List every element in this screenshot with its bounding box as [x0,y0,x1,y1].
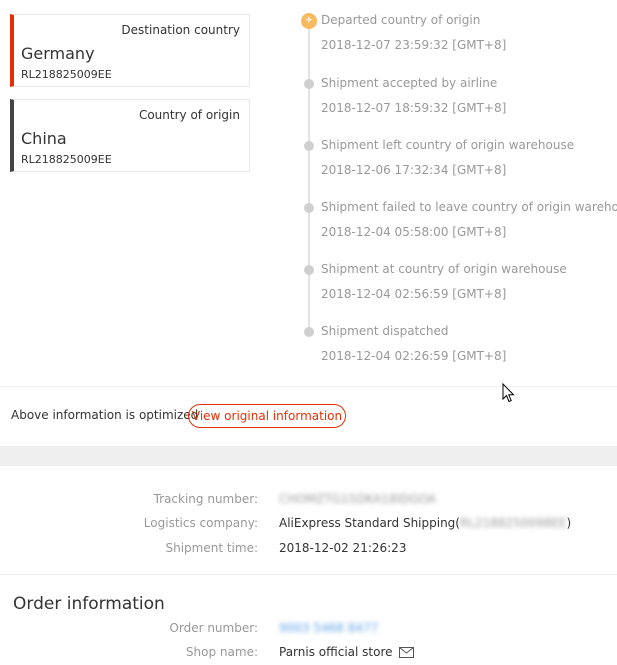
view-original-button[interactable]: View original information [188,404,346,428]
shipment-time-label: Shipment time: [165,541,258,555]
origin-country-card: Country of origin China RL218825009EE [10,99,250,172]
origin-country-name: China [21,129,67,148]
order-number-link[interactable]: 9003 5468 8477 [279,621,378,635]
timeline-status: Shipment at country of origin warehouse [321,262,567,276]
envelope-icon[interactable] [399,647,415,658]
timeline-status: Departed country of origin [321,13,481,27]
timeline-dot [304,79,314,89]
timeline-status: Shipment accepted by airline [321,76,498,90]
destination-role-label: Destination country [121,23,240,37]
timeline-item: Shipment accepted by airline 2018-12-07 … [300,75,610,125]
tracking-number-value: CHOMZTG15DKA18IDGOA [279,492,437,506]
timeline-status: Shipment left country of origin warehous… [321,138,575,152]
timeline-dot [304,327,314,337]
logistics-company-label: Logistics company: [143,516,258,530]
optimized-note: Above information is optimized [11,408,199,422]
timeline-time: 2018-12-07 23:59:32 [GMT+8] [321,38,507,52]
shop-name-text[interactable]: Parnis official store [279,645,393,659]
plane-icon: ✈ [301,13,317,29]
shop-name-label: Shop name: [185,645,258,659]
timeline-dot [304,203,314,213]
shop-name-value: Parnis official store [279,645,415,659]
timeline-item: Shipment dispatched 2018-12-04 02:26:59 … [300,323,610,373]
destination-country-name: Germany [21,44,95,63]
timeline-time: 2018-12-06 17:32:34 [GMT+8] [321,163,507,177]
timeline-status: Shipment failed to leave country of orig… [321,200,617,214]
timeline-item: Shipment left country of origin warehous… [300,137,610,187]
tracking-number-label: Tracking number: [153,492,258,506]
timeline-dot [304,265,314,275]
mouse-cursor-icon [502,383,515,403]
logistics-company-name: AliExpress Standard Shipping( [279,516,460,530]
order-information-title: Order information [13,594,165,614]
timeline-item: ✈ Departed country of origin 2018-12-07 … [300,12,610,62]
timeline-time: 2018-12-04 02:26:59 [GMT+8] [321,349,507,363]
section-divider [0,574,617,575]
timeline-time: 2018-12-04 05:58:00 [GMT+8] [321,225,507,239]
timeline-item: Shipment failed to leave country of orig… [300,199,617,249]
shipment-time-value: 2018-12-02 21:26:23 [279,541,407,555]
origin-role-label: Country of origin [138,108,240,122]
origin-tracking-number: RL218825009EE [21,153,112,166]
logistics-code: RL2188250098EE [459,516,567,530]
timeline-time: 2018-12-07 18:59:32 [GMT+8] [321,101,507,115]
timeline-item: Shipment at country of origin warehouse … [300,261,610,311]
logistics-company-value: AliExpress Standard Shipping(RL218825009… [279,516,571,530]
timeline-dot [304,141,314,151]
order-number-label: Order number: [169,621,258,635]
timeline-status: Shipment dispatched [321,324,449,338]
section-separator-band [0,446,617,466]
logistics-close: ) [566,516,572,530]
timeline-time: 2018-12-04 02:56:59 [GMT+8] [321,287,507,301]
destination-tracking-number: RL218825009EE [21,68,112,81]
destination-country-card: Destination country Germany RL218825009E… [10,14,250,87]
section-divider [0,386,617,387]
